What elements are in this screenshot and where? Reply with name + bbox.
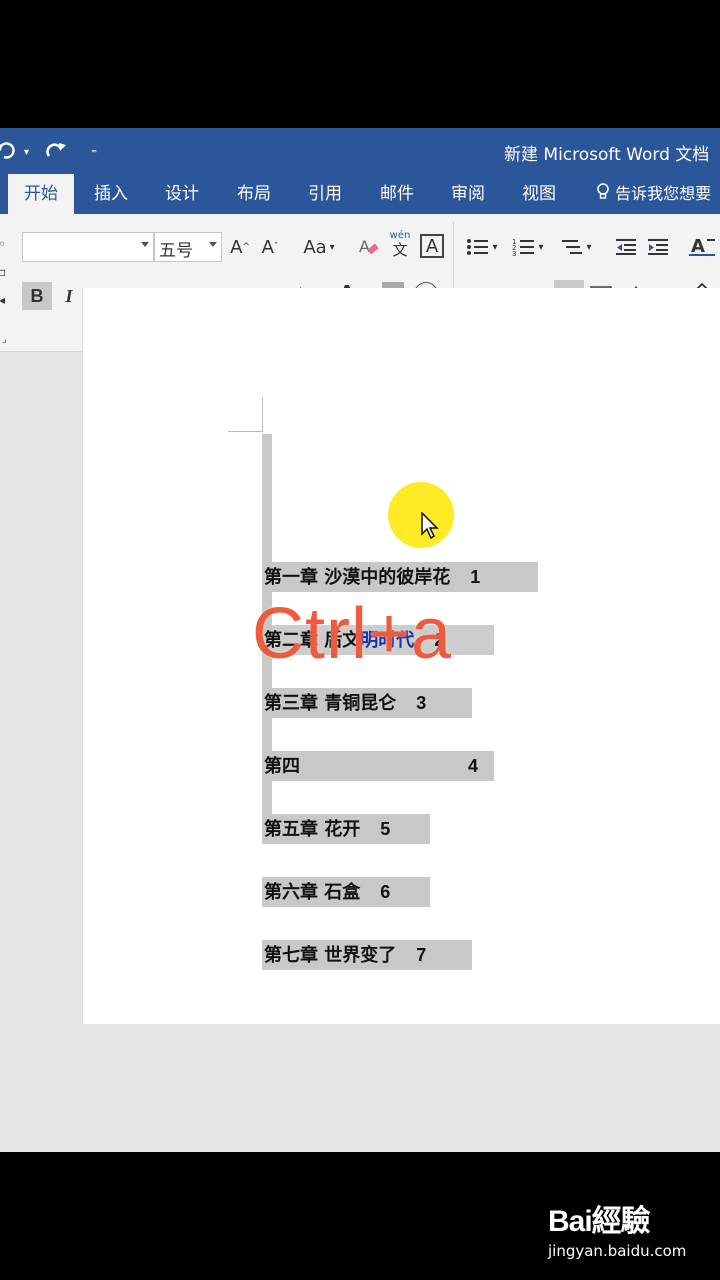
grow-font-button[interactable]: A ^ bbox=[228, 233, 252, 261]
chevron-down-icon bbox=[141, 242, 149, 247]
toc-line-7[interactable]: 第七章 世界变了 7 bbox=[262, 940, 472, 970]
copy-icon[interactable]: ▫ bbox=[0, 258, 6, 286]
increase-indent-button[interactable] bbox=[644, 233, 672, 261]
decrease-indent-button[interactable] bbox=[612, 233, 640, 261]
tab-design[interactable]: 设计 bbox=[165, 174, 199, 214]
quick-access-toolbar: ▾ ⁼ bbox=[0, 140, 97, 165]
increase-indent-icon bbox=[648, 239, 668, 255]
baidu-jingyan-logo: Bai經驗 bbox=[548, 1205, 651, 1238]
mouse-pointer-icon bbox=[421, 512, 439, 540]
caret-down-icon: ˇ bbox=[273, 242, 279, 252]
numbered-list-icon: 123 bbox=[512, 238, 535, 257]
multilevel-list-icon bbox=[562, 240, 583, 254]
numbering-button[interactable]: 123 ▾ bbox=[506, 233, 550, 261]
toc-line-5[interactable]: 第五章 花开 5 bbox=[262, 814, 430, 844]
tab-references[interactable]: 引用 bbox=[308, 174, 342, 214]
svg-text:A: A bbox=[691, 236, 705, 257]
tell-me-box[interactable]: 告诉我您想要 bbox=[596, 174, 711, 214]
tell-me-label: 告诉我您想要 bbox=[615, 184, 712, 203]
bullet-list-icon bbox=[467, 239, 489, 255]
italic-button[interactable]: I bbox=[56, 282, 82, 310]
font-size-combo[interactable]: 五号 bbox=[154, 232, 222, 262]
tab-home[interactable]: 开始 bbox=[8, 174, 74, 214]
lightbulb-icon bbox=[596, 183, 615, 203]
tab-review[interactable]: 审阅 bbox=[451, 174, 485, 214]
toc-line-6[interactable]: 第六章 石盒 6 bbox=[262, 877, 430, 907]
phonetic-guide-button[interactable]: wén 文 bbox=[388, 228, 412, 262]
shortcut-overlay: Ctrl+a bbox=[252, 594, 453, 674]
chevron-down-icon bbox=[209, 242, 217, 247]
multilevel-list-button[interactable]: ▾ bbox=[554, 233, 598, 261]
window-title: 新建 Microsoft Word 文档 bbox=[504, 145, 710, 165]
clipboard-icon[interactable]: ◦ bbox=[0, 230, 6, 258]
tab-layout[interactable]: 布局 bbox=[237, 174, 271, 214]
undo-icon[interactable] bbox=[0, 140, 18, 165]
bullets-button[interactable]: ▾ bbox=[462, 233, 502, 261]
chevron-down-icon: ▾ bbox=[492, 241, 498, 253]
decrease-indent-icon bbox=[616, 239, 636, 255]
chevron-down-icon: ▾ bbox=[538, 241, 544, 253]
watermark: Bai經驗 jingyan.baidu.com bbox=[548, 1196, 686, 1260]
toc-line-4[interactable]: 第四 4 bbox=[262, 751, 494, 781]
crop-mark bbox=[228, 431, 263, 432]
caret-up-icon: ^ bbox=[242, 242, 250, 252]
title-bar: ▾ ⁼ 新建 Microsoft Word 文档 bbox=[0, 128, 720, 174]
character-border-button[interactable]: A bbox=[420, 234, 444, 258]
toc-line-1[interactable]: 第一章 沙漠中的彼岸花 1 bbox=[262, 562, 538, 592]
text-direction-icon: A bbox=[689, 236, 715, 257]
tab-view[interactable]: 视图 bbox=[522, 174, 556, 214]
eraser-icon: A bbox=[359, 237, 379, 256]
svg-text:3: 3 bbox=[512, 250, 516, 257]
chevron-down-icon: ▾ bbox=[586, 241, 592, 253]
customize-quick-access-icon[interactable]: ⁼ bbox=[91, 146, 97, 160]
tab-mailings[interactable]: 邮件 bbox=[380, 174, 414, 214]
format-painter-icon[interactable]: ◂ bbox=[0, 286, 6, 314]
watermark-url: jingyan.baidu.com bbox=[548, 1242, 687, 1260]
tab-insert[interactable]: 插入 bbox=[94, 174, 128, 214]
bold-button[interactable]: B bbox=[22, 282, 52, 310]
toc-line-3[interactable]: 第三章 青铜昆仑 3 bbox=[262, 688, 472, 718]
ribbon-tabs: 开始 插入 设计 布局 引用 邮件 审阅 视图 告诉我您想要 bbox=[0, 174, 720, 214]
change-case-button[interactable]: Aa ▾ bbox=[298, 233, 340, 261]
redo-icon[interactable] bbox=[43, 140, 67, 165]
font-name-combo[interactable] bbox=[22, 232, 154, 262]
undo-dropdown-icon[interactable]: ▾ bbox=[24, 147, 29, 158]
clear-formatting-button[interactable]: A bbox=[356, 233, 382, 261]
crop-mark bbox=[262, 398, 263, 431]
svg-text:A: A bbox=[359, 237, 370, 256]
text-direction-button[interactable]: A bbox=[686, 233, 720, 261]
clipboard-launcher-icon[interactable]: ⌟ bbox=[2, 334, 7, 345]
shrink-font-button[interactable]: Aˇ bbox=[258, 233, 282, 261]
chevron-down-icon: ▾ bbox=[329, 241, 335, 253]
